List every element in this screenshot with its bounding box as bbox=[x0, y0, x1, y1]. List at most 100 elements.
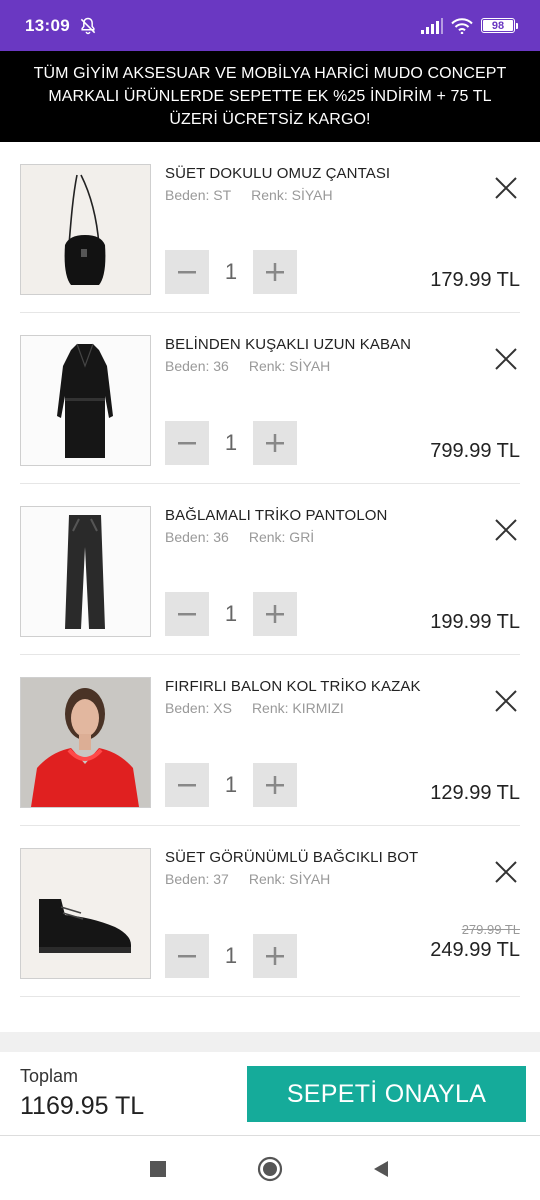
cart-item: SÜET GÖRÜNÜMLÜ BAĞCIKLI BOT Beden: 37 Ren… bbox=[20, 826, 520, 997]
product-price: 249.99 TL bbox=[430, 939, 520, 961]
quantity-value: 1 bbox=[224, 942, 238, 968]
decrement-button[interactable] bbox=[165, 420, 209, 465]
triangle-back-icon bbox=[374, 1161, 388, 1177]
cart-item: SÜET DOKULU OMUZ ÇANTASI Beden: ST Renk: … bbox=[20, 142, 520, 313]
close-icon[interactable] bbox=[493, 346, 519, 372]
battery-level: 98 bbox=[491, 19, 505, 32]
product-size: Beden: XS bbox=[165, 700, 232, 716]
minus-icon bbox=[178, 954, 196, 957]
product-image-coat[interactable] bbox=[20, 335, 151, 466]
status-time: 13:09 bbox=[25, 15, 70, 35]
product-name[interactable]: BAĞLAMALI TRİKO PANTOLON bbox=[165, 507, 387, 524]
close-icon[interactable] bbox=[493, 859, 519, 885]
product-price: 199.99 TL bbox=[430, 611, 520, 633]
quantity-stepper: 1 bbox=[165, 591, 297, 636]
product-name[interactable]: SÜET GÖRÜNÜMLÜ BAĞCIKLI BOT bbox=[165, 849, 418, 866]
cart-item: BELİNDEN KUŞAKLI UZUN KABAN Beden: 36 Ren… bbox=[20, 313, 520, 484]
increment-button[interactable] bbox=[253, 420, 297, 465]
plus-icon bbox=[266, 775, 284, 794]
product-color: Renk: SİYAH bbox=[248, 871, 331, 887]
product-image-sweater[interactable] bbox=[20, 677, 151, 808]
total-value: 1169.95 TL bbox=[20, 1092, 145, 1120]
coat-image bbox=[57, 343, 113, 458]
recent-apps-button[interactable] bbox=[145, 1156, 171, 1182]
product-variant: Beden: 36 Renk: GRİ bbox=[165, 529, 314, 545]
quantity-value: 1 bbox=[224, 771, 238, 797]
status-icons: 98 bbox=[421, 17, 518, 34]
product-color: Renk: SİYAH bbox=[251, 187, 333, 203]
increment-button[interactable] bbox=[253, 249, 297, 294]
bag-image bbox=[64, 174, 106, 285]
product-price: 799.99 TL bbox=[430, 440, 520, 462]
signal-icon bbox=[421, 17, 443, 34]
product-size: Beden: ST bbox=[165, 187, 232, 203]
plus-icon bbox=[266, 262, 284, 281]
sweater-image bbox=[31, 688, 139, 807]
product-variant: Beden: 37 Renk: SİYAH bbox=[165, 871, 330, 887]
trousers-image bbox=[65, 515, 105, 629]
product-name[interactable]: BELİNDEN KUŞAKLI UZUN KABAN bbox=[165, 336, 411, 353]
circle-icon bbox=[257, 1156, 283, 1182]
product-size: Beden: 36 bbox=[165, 529, 229, 545]
minus-icon bbox=[178, 612, 196, 615]
increment-button[interactable] bbox=[253, 591, 297, 636]
product-size: Beden: 36 bbox=[165, 358, 229, 374]
decrement-button[interactable] bbox=[165, 249, 209, 294]
quantity-value: 1 bbox=[224, 600, 238, 626]
decrement-button[interactable] bbox=[165, 762, 209, 807]
minus-icon bbox=[178, 441, 196, 444]
product-size: Beden: 37 bbox=[165, 871, 229, 887]
increment-button[interactable] bbox=[253, 933, 297, 978]
battery-icon: 98 bbox=[481, 18, 515, 33]
decrement-button[interactable] bbox=[165, 591, 209, 636]
product-price: 179.99 TL bbox=[430, 269, 520, 291]
boots-image bbox=[39, 899, 131, 953]
increment-button[interactable] bbox=[253, 762, 297, 807]
product-variant: Beden: 36 Renk: SİYAH bbox=[165, 358, 330, 374]
product-color: Renk: KIRMIZI bbox=[251, 700, 344, 716]
product-image-bag[interactable] bbox=[20, 164, 151, 295]
plus-icon bbox=[266, 433, 284, 452]
plus-icon bbox=[266, 604, 284, 623]
total-label: Toplam bbox=[20, 1066, 79, 1086]
product-old-price: 279.99 TL bbox=[461, 922, 520, 937]
wifi-icon bbox=[451, 17, 473, 34]
product-image-trousers[interactable] bbox=[20, 506, 151, 637]
product-name[interactable]: FIRFIRLI BALON KOL TRİKO KAZAK bbox=[165, 678, 421, 695]
quantity-stepper: 1 bbox=[165, 933, 297, 978]
confirm-cart-button[interactable]: SEPETİ ONAYLA bbox=[247, 1066, 526, 1122]
minus-icon bbox=[178, 270, 196, 273]
quantity-stepper: 1 bbox=[165, 249, 297, 294]
quantity-value: 1 bbox=[224, 429, 238, 455]
product-variant: Beden: ST Renk: SİYAH bbox=[165, 187, 333, 203]
plus-icon bbox=[266, 946, 284, 965]
product-color: Renk: SİYAH bbox=[248, 358, 331, 374]
close-icon[interactable] bbox=[493, 175, 519, 201]
square-icon bbox=[150, 1161, 166, 1177]
section-divider bbox=[0, 1032, 540, 1052]
notifications-off-icon bbox=[80, 17, 96, 34]
product-name[interactable]: SÜET DOKULU OMUZ ÇANTASI bbox=[165, 165, 390, 182]
home-button[interactable] bbox=[257, 1156, 283, 1182]
back-button[interactable] bbox=[368, 1156, 394, 1182]
cart-item: BAĞLAMALI TRİKO PANTOLON Beden: 36 Renk: … bbox=[20, 484, 520, 655]
status-bar: 13:09 98 bbox=[0, 0, 540, 51]
system-nav-bar bbox=[0, 1136, 540, 1200]
product-image-boots[interactable] bbox=[20, 848, 151, 979]
close-icon[interactable] bbox=[493, 688, 519, 714]
quantity-stepper: 1 bbox=[165, 762, 297, 807]
quantity-value: 1 bbox=[224, 258, 238, 284]
cart-list: SÜET DOKULU OMUZ ÇANTASI Beden: ST Renk: … bbox=[20, 142, 520, 997]
minus-icon bbox=[178, 783, 196, 786]
promo-banner: TÜM GİYİM AKSESUAR VE MOBİLYA HARİCİ MUD… bbox=[0, 51, 540, 142]
product-variant: Beden: XS Renk: KIRMIZI bbox=[165, 700, 344, 716]
close-icon[interactable] bbox=[493, 517, 519, 543]
checkout-footer: Toplam 1169.95 TL SEPETİ ONAYLA bbox=[0, 1052, 540, 1136]
promo-text: TÜM GİYİM AKSESUAR VE MOBİLYA HARİCİ MUD… bbox=[33, 65, 507, 128]
product-price: 129.99 TL bbox=[430, 782, 520, 804]
decrement-button[interactable] bbox=[165, 933, 209, 978]
battery-indicator: 98 bbox=[481, 18, 518, 33]
quantity-stepper: 1 bbox=[165, 420, 297, 465]
product-color: Renk: GRİ bbox=[248, 529, 315, 545]
cart-item: FIRFIRLI BALON KOL TRİKO KAZAK Beden: XS… bbox=[20, 655, 520, 826]
